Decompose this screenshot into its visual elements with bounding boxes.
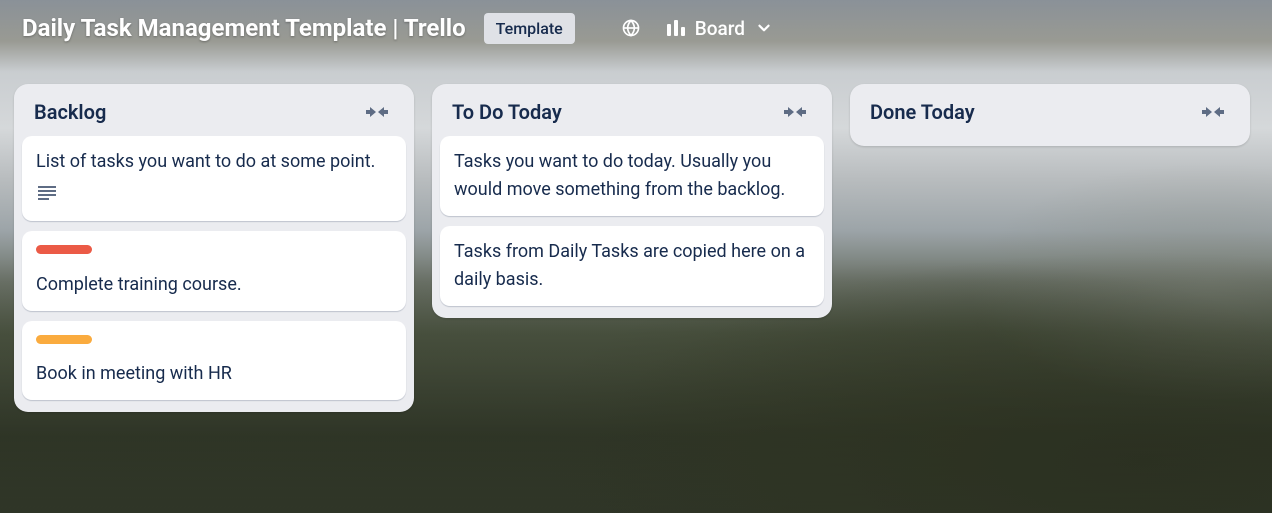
list-title[interactable]: Done Today (870, 100, 975, 124)
list-to-do-today: To Do Today Tasks you want to do today. … (432, 84, 832, 318)
card-text: Tasks you want to do today. Usually you … (454, 148, 810, 204)
card-text: Tasks from Daily Tasks are copied here o… (454, 238, 810, 294)
card-text: Book in meeting with HR (36, 360, 392, 388)
chevron-down-icon (755, 19, 773, 37)
list-backlog: Backlog List of tasks you want to do at … (14, 84, 414, 412)
board-title[interactable]: Daily Task Management Template | Trello (22, 14, 466, 42)
board-view-label: Board (695, 17, 745, 40)
list-done-today: Done Today (850, 84, 1250, 146)
card[interactable]: Tasks from Daily Tasks are copied here o… (440, 226, 824, 306)
collapse-icon (782, 105, 808, 119)
card-label-red[interactable] (36, 245, 92, 254)
board-view-switcher[interactable]: Board (661, 10, 779, 46)
globe-icon (621, 18, 641, 38)
card[interactable]: Tasks you want to do today. Usually you … (440, 136, 824, 216)
list-title[interactable]: To Do Today (452, 100, 562, 124)
list-header: Backlog (22, 96, 406, 136)
template-badge[interactable]: Template (484, 13, 575, 44)
card[interactable]: Book in meeting with HR (22, 321, 406, 401)
collapse-list-button[interactable] (360, 101, 394, 123)
card[interactable]: List of tasks you want to do at some poi… (22, 136, 406, 221)
collapse-icon (1200, 105, 1226, 119)
board-header: Daily Task Management Template | Trello … (0, 0, 1272, 62)
card[interactable]: Complete training course. (22, 231, 406, 311)
card-text: Complete training course. (36, 271, 392, 299)
board-canvas: Backlog List of tasks you want to do at … (0, 62, 1272, 412)
board-view-icon (667, 20, 685, 36)
card-label-orange[interactable] (36, 335, 92, 344)
card-text: List of tasks you want to do at some poi… (36, 148, 392, 176)
visibility-button[interactable] (613, 10, 649, 46)
collapse-list-button[interactable] (778, 101, 812, 123)
description-icon (36, 186, 56, 200)
list-header: Done Today (858, 96, 1242, 136)
collapse-list-button[interactable] (1196, 101, 1230, 123)
list-header: To Do Today (440, 96, 824, 136)
list-title[interactable]: Backlog (34, 100, 106, 124)
collapse-icon (364, 105, 390, 119)
